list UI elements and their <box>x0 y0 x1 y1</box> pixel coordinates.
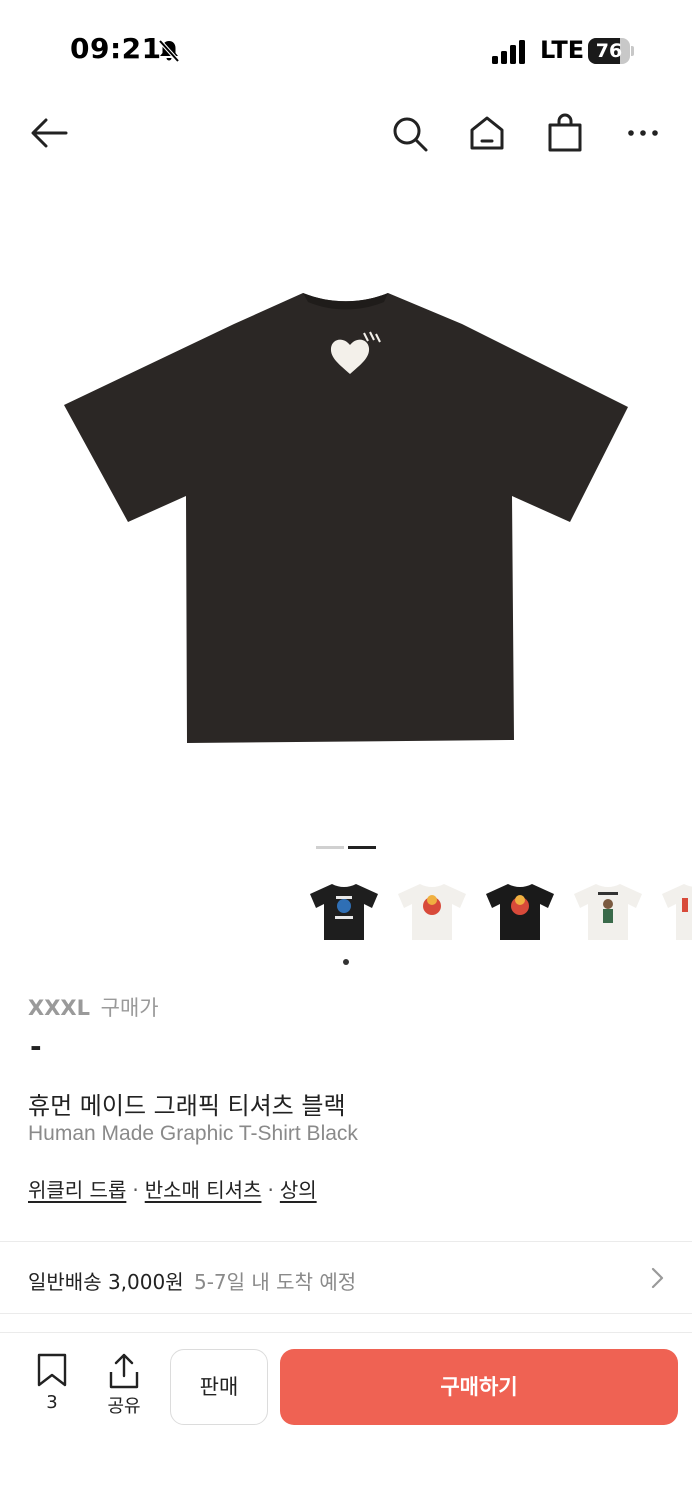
thumbnail-white-partial[interactable] <box>656 872 692 952</box>
gallery-page-indicator <box>316 846 344 849</box>
thumbnail-white-character[interactable] <box>568 872 648 952</box>
status-bar: 09:21 LTE 76 <box>0 0 692 100</box>
selected-size: XXXL <box>28 996 90 1020</box>
category-link-short-sleeve-tee[interactable]: 반소매 티셔츠 <box>145 1178 262 1202</box>
share-icon <box>109 1353 139 1389</box>
shipping-label: 일반배송 3,000원 <box>28 1270 184 1294</box>
home-icon[interactable] <box>466 112 508 154</box>
shopping-bag-icon[interactable] <box>544 112 586 154</box>
category-separator: · <box>267 1178 274 1202</box>
price: - <box>30 1030 42 1063</box>
thumbnail-white-duck[interactable] <box>392 872 472 952</box>
status-time: 09:21 <box>70 32 162 65</box>
search-icon[interactable] <box>388 112 430 154</box>
thumbnail-black-duck[interactable] <box>480 872 560 952</box>
product-name-english: Human Made Graphic T-Shirt Black <box>28 1122 358 1145</box>
share-label: 공유 <box>107 1396 141 1417</box>
back-arrow-icon[interactable] <box>28 112 70 154</box>
size-price-label: XXXL 구매가 <box>28 992 159 1022</box>
network-type: LTE <box>540 36 585 64</box>
cellular-signal-icon <box>492 40 525 64</box>
more-icon[interactable] <box>622 112 664 154</box>
divider <box>0 1313 692 1314</box>
bell-muted-icon <box>158 39 180 63</box>
buy-button[interactable]: 구매하기 <box>280 1349 678 1425</box>
sell-button[interactable]: 판매 <box>170 1349 268 1425</box>
thumbnail-black-globe[interactable] <box>304 872 384 952</box>
bookmark-count: 3 <box>46 1392 58 1413</box>
category-breadcrumb: 위클리 드롭 · 반소매 티셔츠 · 상의 <box>28 1174 317 1203</box>
shipping-row[interactable]: 일반배송 3,000원 5-7일 내 도착 예정 <box>28 1266 356 1295</box>
bookmark-icon <box>37 1353 67 1387</box>
color-thumbnails <box>304 872 692 956</box>
product-image[interactable] <box>0 200 692 820</box>
category-separator: · <box>132 1178 139 1202</box>
battery-icon: 76 <box>588 38 634 64</box>
category-link-tops[interactable]: 상의 <box>280 1178 317 1202</box>
gallery-page-indicator-active <box>348 846 376 849</box>
category-link-weekly-drop[interactable]: 위클리 드롭 <box>28 1178 126 1202</box>
shipping-eta: 5-7일 내 도착 예정 <box>193 1270 357 1294</box>
purchase-price-label: 구매가 <box>100 996 159 1020</box>
divider <box>0 1241 692 1242</box>
chevron-right-icon[interactable] <box>646 1266 668 1290</box>
thumbnail-selected-dot <box>343 959 349 965</box>
battery-percent: 76 <box>595 40 623 62</box>
bookmark-button[interactable]: 3 <box>30 1352 74 1422</box>
product-name-korean: 휴먼 메이드 그래픽 티셔츠 블랙 <box>28 1092 346 1120</box>
share-button[interactable]: 공유 <box>100 1352 148 1422</box>
